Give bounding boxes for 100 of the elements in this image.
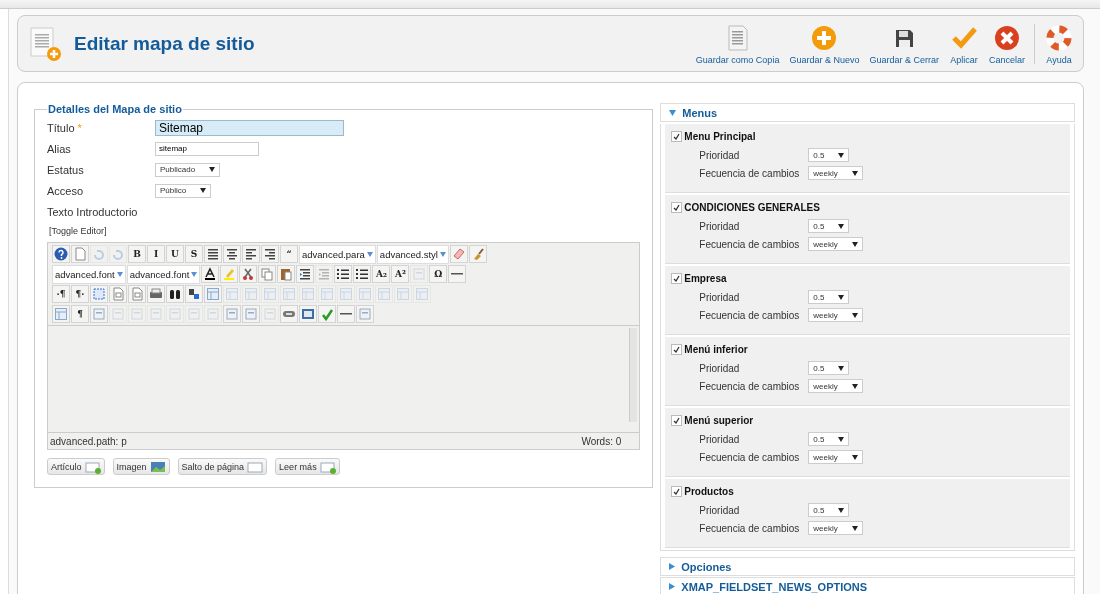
field-label: Fecuencia de cambios [699, 522, 801, 534]
toolbar-dropdown[interactable]: advanced.styl [376, 244, 449, 264]
binoculars-icon [168, 287, 182, 301]
dropdown[interactable]: 0.5 [808, 432, 850, 446]
caret-icon [851, 454, 858, 460]
toolbar-button[interactable] [353, 265, 372, 283]
toolbar-button[interactable]: Guardar & Nuevo [786, 19, 863, 68]
table-icon [263, 287, 277, 301]
toolbar-button[interactable]: A² [391, 265, 410, 283]
toolbar-icon [358, 307, 372, 321]
dropdown[interactable]: weekly [808, 379, 863, 393]
toolbar-button[interactable] [204, 245, 222, 263]
insert-button[interactable]: Artículo [47, 458, 105, 475]
toolbar-icon [187, 307, 201, 321]
dropdown[interactable]: Público [155, 183, 212, 198]
toolbar-button[interactable]: Cancelar [985, 19, 1028, 68]
collapsed-icon [669, 583, 676, 590]
section-header[interactable]: Opciones [660, 557, 1075, 576]
toolbar-button[interactable] [166, 285, 184, 303]
outdent-icon [317, 267, 332, 281]
dropdown[interactable]: Publicado [155, 162, 221, 177]
document-icon [73, 247, 87, 261]
dropdown[interactable]: weekly [808, 308, 863, 322]
dropdown[interactable]: 0.5 [808, 290, 850, 304]
code-icon [130, 287, 144, 301]
dropdown[interactable]: 0.5 [808, 503, 850, 517]
toolbar-button[interactable]: Ω [429, 265, 448, 283]
toolbar-button[interactable]: ¶· [71, 285, 89, 303]
checkbox[interactable] [671, 201, 683, 213]
field-label: Fecuencia de cambios [699, 380, 801, 392]
toolbar-icon [92, 307, 106, 321]
caret-icon [851, 312, 858, 318]
checkbox[interactable] [671, 130, 683, 142]
align-justify-icon [206, 247, 220, 261]
rich-text-editor[interactable]: B I U S “ advanced.para advanced.styl advanced.font advanced.font A₂ A² Ω ·¶ ¶· ¶ advanced.path: p Words: 0 [47, 242, 641, 450]
undo-icon [92, 247, 106, 261]
section-header[interactable]: XMAP_FIELDSET_NEWS_OPTIONS [660, 577, 1075, 594]
caret-icon [838, 365, 845, 371]
caret-icon [851, 383, 858, 389]
toolbar-button[interactable] [242, 245, 260, 263]
toolbar-button[interactable] [334, 265, 353, 283]
caret-icon [838, 152, 845, 158]
dropdown[interactable]: weekly [808, 450, 863, 464]
toolbar-dropdown[interactable]: advanced.font [52, 264, 126, 284]
insert-button[interactable]: Leer más [275, 458, 340, 475]
printer-icon [149, 287, 163, 301]
toolbar-button[interactable]: ·¶ [52, 285, 70, 303]
field-label: Prioridad [699, 291, 741, 303]
paste-icon [279, 267, 294, 281]
toolbar-button[interactable]: B [128, 245, 146, 263]
toolbar-button[interactable] [201, 265, 220, 283]
section-title: Opciones [681, 560, 732, 573]
toolbar-button[interactable] [223, 245, 241, 263]
dropdown[interactable]: weekly [808, 521, 863, 535]
toolbar-button[interactable]: Guardar & Cerrar [866, 19, 942, 68]
table-icon [225, 287, 239, 301]
highlighter-icon [222, 267, 237, 281]
scrollbar[interactable] [629, 328, 638, 422]
section-header[interactable]: Menus [660, 103, 1075, 122]
dropdown[interactable]: weekly [808, 166, 863, 180]
page-title: Editar mapa de sitio [74, 32, 256, 55]
checkbox[interactable] [671, 414, 683, 426]
text-color-icon [203, 267, 218, 281]
toolbar-button[interactable] [296, 265, 315, 283]
toggle-editor-link[interactable]: [Toggle Editor] [49, 226, 107, 236]
toolbar-button[interactable]: U [166, 245, 184, 263]
field-label: Prioridad [699, 362, 741, 374]
field-label: Fecuencia de cambios [699, 309, 801, 321]
toolbar-button[interactable]: Guardar como Copia [692, 19, 783, 68]
checkbox[interactable] [671, 343, 683, 355]
toolbar-button[interactable] [448, 265, 467, 283]
insert-button[interactable]: Salto de página [177, 458, 268, 475]
checkbox[interactable] [671, 272, 683, 284]
toolbar-dropdown[interactable]: advanced.para [299, 244, 376, 264]
dropdown[interactable]: 0.5 [808, 148, 850, 162]
caret-icon [851, 525, 858, 531]
field-label: Alias [47, 142, 71, 155]
checkbox[interactable] [671, 485, 683, 497]
table-icon [54, 307, 68, 321]
toolbar-dropdown[interactable]: advanced.font [126, 264, 201, 284]
insert-button[interactable]: Imagen [112, 458, 170, 475]
toolbar-button[interactable] [261, 245, 279, 263]
align-left-icon [244, 247, 258, 261]
toolbar-button[interactable] [337, 305, 355, 323]
toolbar-button[interactable]: ¶ [71, 305, 89, 323]
toolbar-button[interactable]: Ayuda [1041, 19, 1077, 68]
text-field[interactable]: sitemap [155, 141, 259, 156]
text-field[interactable]: Sitemap [155, 119, 344, 136]
toolbar-button[interactable]: A₂ [372, 265, 391, 283]
toolbar-button[interactable]: S [185, 245, 203, 263]
field-label: Prioridad [699, 433, 741, 445]
toolbar-button[interactable] [52, 245, 70, 263]
caret-icon [838, 294, 845, 300]
toolbar-button[interactable]: I [147, 245, 165, 263]
toolbar-button[interactable]: “ [280, 245, 298, 263]
dropdown[interactable]: weekly [808, 237, 863, 251]
image-icon [149, 459, 166, 474]
dropdown[interactable]: 0.5 [808, 361, 850, 375]
dropdown[interactable]: 0.5 [808, 219, 850, 233]
toolbar-button[interactable]: Aplicar [945, 19, 982, 68]
